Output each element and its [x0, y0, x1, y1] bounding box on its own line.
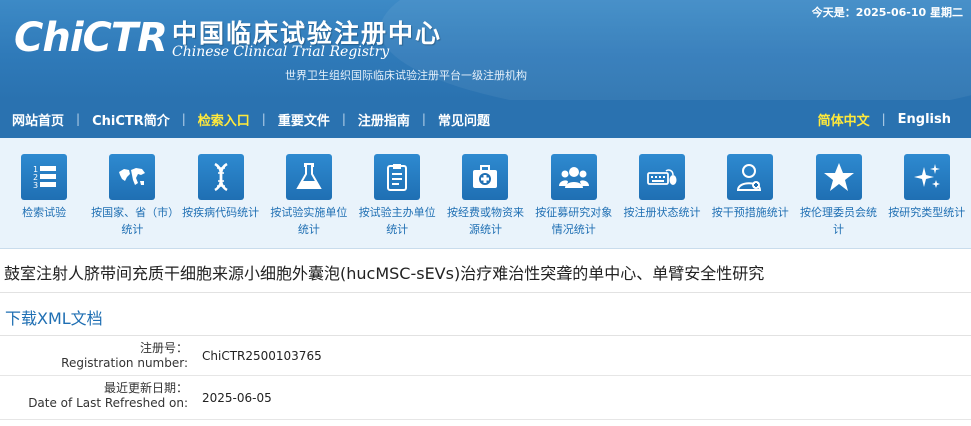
site-subtitle: 世界卫生组织国际临床试验注册平台一级注册机构 — [285, 69, 527, 82]
logo-text: ChiCTR — [14, 15, 168, 61]
field-label-cn: 注册号： — [139, 341, 188, 355]
icon-link-by-site[interactable]: 按试验实施单位统计 — [265, 138, 353, 248]
icon-label: 按试验主办单位统计 — [358, 206, 436, 236]
field-label: 最近更新日期： Date of Last Refreshed on: — [0, 376, 190, 419]
icon-label: 检索试验 — [22, 206, 67, 219]
nav-home[interactable]: 网站首页 — [0, 110, 76, 129]
lang-chinese-link[interactable]: 简体中文 — [806, 110, 882, 129]
list-numbered-icon: 123 — [21, 154, 68, 200]
main-nav: 网站首页 | ChiCTR简介 | 检索入口 | 重要文件 | 注册指南 | 常… — [0, 100, 971, 138]
icon-label: 按注册状态统计 — [623, 206, 701, 219]
dna-icon — [197, 154, 244, 200]
medical-kit-icon — [462, 154, 509, 200]
doctor-icon — [727, 154, 774, 200]
icon-label: 按经费或物资来源统计 — [446, 206, 524, 236]
trial-title: 鼓室注射人脐带间充质干细胞来源小细胞外囊泡(hucMSC-sEVs)治疗难治性突… — [0, 249, 971, 293]
icon-link-by-disease[interactable]: 按疾病代码统计 — [177, 138, 265, 248]
sparkle-icon — [903, 154, 950, 200]
icon-link-search-trials[interactable]: 123 检索试验 — [0, 138, 88, 248]
world-map-icon — [109, 154, 156, 200]
field-label-cn: 最近更新日期： — [103, 381, 188, 395]
field-registration-number: 注册号： Registration number: ChiCTR25001037… — [0, 336, 971, 376]
last-refreshed-value: 2025-06-05 — [202, 390, 272, 405]
icon-label: 按干预措施统计 — [711, 206, 789, 219]
field-last-refreshed: 最近更新日期： Date of Last Refreshed on: 2025-… — [0, 376, 971, 420]
icon-label: 按试验实施单位统计 — [270, 206, 348, 236]
site-header: ChiCTR 中国临床试验注册中心 Chinese Clinical Trial… — [0, 0, 971, 100]
icon-link-by-region[interactable]: 按国家、省（市）统计 — [88, 138, 176, 248]
icon-label: 按疾病代码统计 — [182, 206, 260, 219]
keyboard-mouse-icon — [638, 154, 685, 200]
flask-icon — [285, 154, 332, 200]
lang-english-link[interactable]: English — [886, 112, 963, 127]
icon-label: 按征募研究对象情况统计 — [535, 206, 613, 236]
nav-about[interactable]: ChiCTR简介 — [80, 110, 182, 129]
icon-link-by-sponsor[interactable]: 按试验主办单位统计 — [353, 138, 441, 248]
icon-link-by-ethics[interactable]: 按伦理委员会统计 — [794, 138, 882, 248]
current-date: 今天是：2025-06-10 星期二 — [811, 6, 963, 19]
icon-link-by-funding[interactable]: 按经费或物资来源统计 — [441, 138, 529, 248]
icon-link-by-recruitment[interactable]: 按征募研究对象情况统计 — [530, 138, 618, 248]
icon-label: 按研究类型统计 — [888, 206, 966, 219]
group-people-icon — [550, 154, 597, 200]
field-label: 注册号： Registration number: — [0, 336, 190, 375]
chictr-logo[interactable]: ChiCTR — [14, 12, 168, 64]
icon-link-by-intervention[interactable]: 按干预措施统计 — [706, 138, 794, 248]
field-label-en: Registration number: — [61, 356, 188, 370]
icon-label: 按国家、省（市）统计 — [91, 206, 174, 236]
nav-search[interactable]: 检索入口 — [186, 110, 262, 129]
registration-number-value: ChiCTR2500103765 — [202, 348, 322, 363]
nav-guide[interactable]: 注册指南 — [346, 110, 422, 129]
statistics-icon-bar: 123 检索试验 按国家、省（市）统计 按疾病代码统计 按试验实施单位统计 按试… — [0, 138, 971, 249]
download-xml-link[interactable]: 下载XML文档 — [0, 293, 971, 336]
nav-documents[interactable]: 重要文件 — [266, 110, 342, 129]
icon-link-by-study-type[interactable]: 按研究类型统计 — [883, 138, 971, 248]
nav-links: 网站首页 | ChiCTR简介 | 检索入口 | 重要文件 | 注册指南 | 常… — [0, 110, 502, 129]
svg-text:3: 3 — [33, 181, 38, 190]
icon-link-by-status[interactable]: 按注册状态统计 — [618, 138, 706, 248]
field-label-en: Date of Last Refreshed on: — [28, 396, 188, 410]
star-icon — [815, 154, 862, 200]
nav-faq[interactable]: 常见问题 — [426, 110, 502, 129]
icon-label: 按伦理委员会统计 — [800, 206, 878, 236]
site-title-en: Chinese Clinical Trial Registry — [172, 44, 390, 60]
language-switch: 简体中文 | English — [806, 110, 963, 129]
clipboard-icon — [374, 154, 421, 200]
